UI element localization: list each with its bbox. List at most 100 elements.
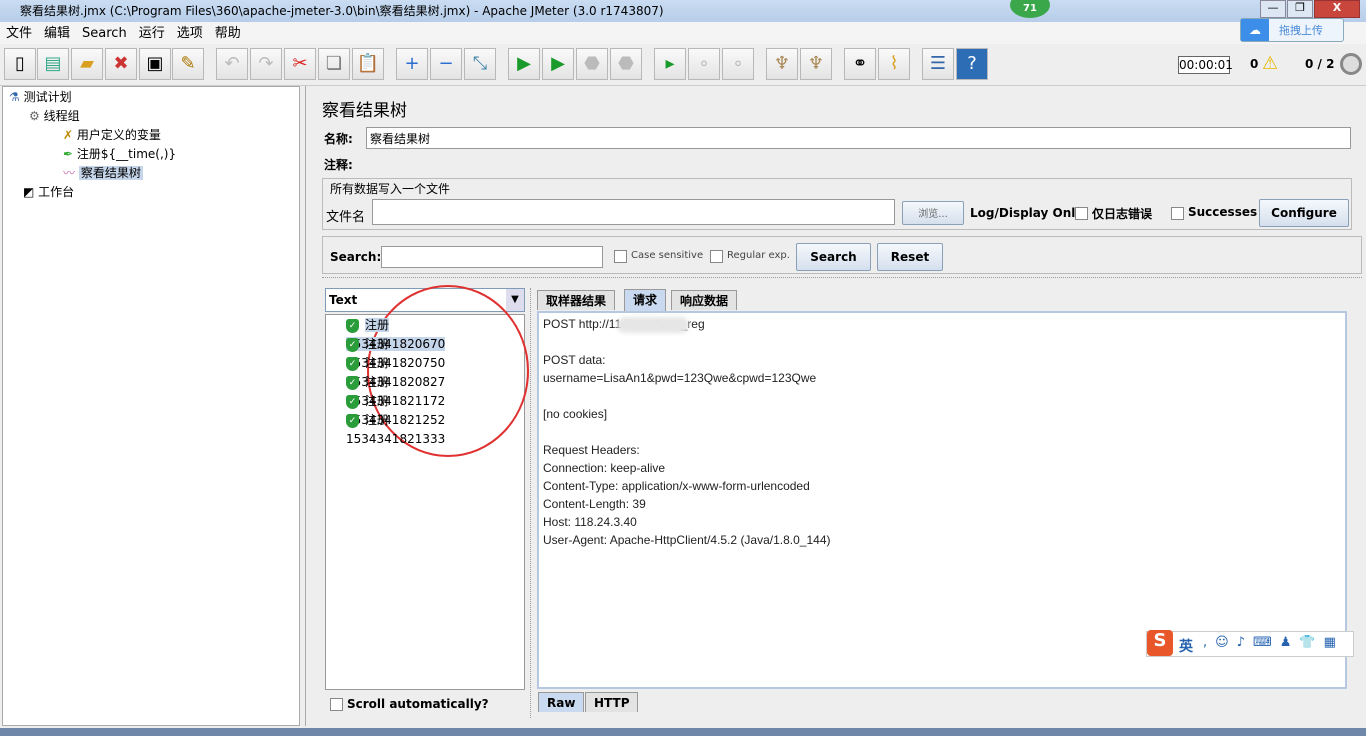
search-icon[interactable]: ⚭ bbox=[844, 48, 876, 80]
tab-http[interactable]: HTTP bbox=[585, 692, 639, 712]
open-icon[interactable]: ▰ bbox=[71, 48, 103, 80]
menu-search[interactable]: Search bbox=[82, 26, 127, 41]
templates-icon[interactable]: ▤ bbox=[37, 48, 69, 80]
configure-button[interactable]: Configure bbox=[1259, 199, 1349, 227]
save-icon[interactable]: ▣ bbox=[139, 48, 171, 80]
ime-mode[interactable]: 英 bbox=[1179, 636, 1193, 656]
reset-search-icon[interactable]: ⌇ bbox=[878, 48, 910, 80]
sogou-logo-icon[interactable]: S bbox=[1147, 630, 1173, 656]
tree-item-test-plan[interactable]: ⚗ 测试计划 bbox=[9, 88, 72, 106]
list-item[interactable]: ✓ 注册1534341820670 bbox=[346, 316, 446, 351]
undo-icon[interactable]: ↶ bbox=[216, 48, 248, 80]
panel-title: 察看结果树 bbox=[322, 101, 407, 121]
tree-item-sampler[interactable]: ✒ 注册${__time(,)} bbox=[63, 145, 176, 163]
expand-icon[interactable]: + bbox=[396, 48, 428, 80]
tree-label: 测试计划 bbox=[23, 90, 72, 104]
help-icon[interactable]: ? bbox=[956, 48, 988, 80]
warning-icon[interactable]: ⚠ bbox=[1262, 53, 1278, 74]
flask-icon: ⚗ bbox=[9, 90, 20, 104]
remote-status-icon bbox=[1340, 53, 1362, 75]
remote-stop-icon[interactable]: ∘ bbox=[688, 48, 720, 80]
close-icon[interactable]: ✖ bbox=[105, 48, 137, 80]
list-item[interactable]: ✓ 注册1534341821252 bbox=[346, 392, 445, 427]
copy-icon[interactable]: ❏ bbox=[318, 48, 350, 80]
window-title: 察看结果树.jmx (C:\Program Files\360\apache-j… bbox=[20, 4, 664, 18]
name-input[interactable] bbox=[366, 127, 1351, 149]
tree-item-user-vars[interactable]: ✗ 用户定义的变量 bbox=[63, 126, 161, 144]
thread-count: 0 / 2 bbox=[1305, 57, 1335, 71]
scroll-auto-label: Scroll automatically? bbox=[347, 697, 489, 711]
success-shield-icon: ✓ bbox=[346, 318, 359, 333]
request-line: User-Agent: Apache-HttpClient/4.5.2 (Jav… bbox=[543, 533, 831, 547]
shutdown-icon[interactable]: ⬣ bbox=[610, 48, 642, 80]
cut-icon[interactable]: ✂ bbox=[284, 48, 316, 80]
clear-all-icon[interactable]: ♆ bbox=[800, 48, 832, 80]
search-input[interactable] bbox=[381, 246, 603, 268]
function-helper-icon[interactable]: ☰ bbox=[922, 48, 954, 80]
renderer-value: Text bbox=[329, 293, 358, 307]
tab-request[interactable]: 请求 bbox=[624, 289, 667, 311]
restore-button[interactable]: ❐ bbox=[1287, 0, 1313, 18]
split-divider[interactable] bbox=[322, 277, 1362, 281]
success-shield-icon: ✓ bbox=[346, 394, 359, 409]
list-item[interactable]: ✓ 注册1534341820750 bbox=[346, 335, 445, 370]
upload-widget[interactable]: ☁ 拖拽上传 bbox=[1240, 18, 1344, 42]
paste-icon[interactable]: 📋 bbox=[352, 48, 384, 80]
reset-button[interactable]: Reset bbox=[877, 243, 943, 271]
search-label: Search: bbox=[330, 250, 382, 264]
tree-item-thread-group[interactable]: ⚙ 线程组 bbox=[29, 107, 80, 125]
ime-tools-icons[interactable]: ,☺♪⌨♟👕▦ bbox=[1203, 635, 1344, 650]
regex-label: Regular exp. bbox=[727, 250, 790, 261]
remote-start-icon[interactable]: ▸ bbox=[654, 48, 686, 80]
list-item[interactable]: ✓ 注册1534341821333 bbox=[346, 411, 445, 446]
request-line: Connection: keep-alive bbox=[543, 461, 666, 475]
menu-edit[interactable]: 编辑 bbox=[44, 26, 70, 41]
tree-item-results-tree[interactable]: 〰 察看结果树 bbox=[63, 164, 143, 182]
collapse-icon[interactable]: − bbox=[430, 48, 462, 80]
successes-checkbox[interactable] bbox=[1171, 207, 1184, 220]
success-shield-icon: ✓ bbox=[346, 337, 359, 352]
close-button[interactable]: X bbox=[1314, 0, 1360, 18]
errors-only-checkbox[interactable] bbox=[1075, 207, 1088, 220]
success-shield-icon: ✓ bbox=[346, 375, 359, 390]
browse-button[interactable]: 浏览... bbox=[902, 201, 964, 225]
remote-shutdown-icon[interactable]: ∘ bbox=[722, 48, 754, 80]
workbench-icon: ◩ bbox=[23, 185, 35, 199]
tab-sampler-result[interactable]: 取样器结果 bbox=[537, 290, 616, 310]
redo-icon[interactable]: ↷ bbox=[250, 48, 282, 80]
menu-run[interactable]: 运行 bbox=[139, 26, 165, 41]
filename-input[interactable] bbox=[372, 199, 895, 225]
log-display-label: Log/Display Only: bbox=[970, 206, 1088, 220]
tree-item-workbench[interactable]: ◩ 工作台 bbox=[23, 183, 74, 201]
save-as-icon[interactable]: ✎ bbox=[172, 48, 204, 80]
scroll-auto-checkbox[interactable] bbox=[330, 698, 343, 711]
menu-help[interactable]: 帮助 bbox=[215, 26, 241, 41]
request-line: Content-Length: 39 bbox=[543, 497, 646, 511]
warning-count: 0 bbox=[1250, 57, 1259, 71]
toolbar: ▯ ▤ ▰ ✖ ▣ ✎ ↶ ↷ ✂ ❏ 📋 + − ⤡ ▶ ▶ ⬣ ⬣ ▸ ∘ … bbox=[0, 44, 1366, 86]
errors-only-label: 仅日志错误 bbox=[1092, 207, 1153, 221]
start-icon[interactable]: ▶ bbox=[508, 48, 540, 80]
regex-checkbox[interactable] bbox=[710, 250, 723, 263]
toggle-icon[interactable]: ⤡ bbox=[464, 48, 496, 80]
clear-icon[interactable]: ♆ bbox=[766, 48, 798, 80]
search-button[interactable]: Search bbox=[796, 243, 871, 271]
file-group-title: 所有数据写入一个文件 bbox=[328, 180, 453, 197]
minimize-button[interactable]: — bbox=[1260, 0, 1286, 18]
menu-file[interactable]: 文件 bbox=[6, 26, 32, 41]
list-item[interactable]: ✓ 注册1534341820827 bbox=[346, 354, 445, 389]
case-sensitive-checkbox[interactable] bbox=[614, 250, 627, 263]
menu-options[interactable]: 选项 bbox=[177, 26, 203, 41]
tab-raw[interactable]: Raw bbox=[538, 692, 585, 712]
pipette-icon: ✒ bbox=[63, 147, 74, 161]
title-bar: 察看结果树.jmx (C:\Program Files\360\apache-j… bbox=[0, 0, 1366, 22]
redacted-blur bbox=[617, 317, 689, 333]
new-icon[interactable]: ▯ bbox=[4, 48, 36, 80]
request-line: POST data: bbox=[543, 353, 606, 367]
stop-icon[interactable]: ⬣ bbox=[576, 48, 608, 80]
request-line: [no cookies] bbox=[543, 407, 608, 421]
tab-response-data[interactable]: 响应数据 bbox=[671, 290, 738, 310]
list-item[interactable]: ✓ 注册1534341821172 bbox=[346, 373, 445, 408]
start-no-timers-icon[interactable]: ▶ bbox=[542, 48, 574, 80]
successes-label: Successes bbox=[1188, 205, 1258, 219]
